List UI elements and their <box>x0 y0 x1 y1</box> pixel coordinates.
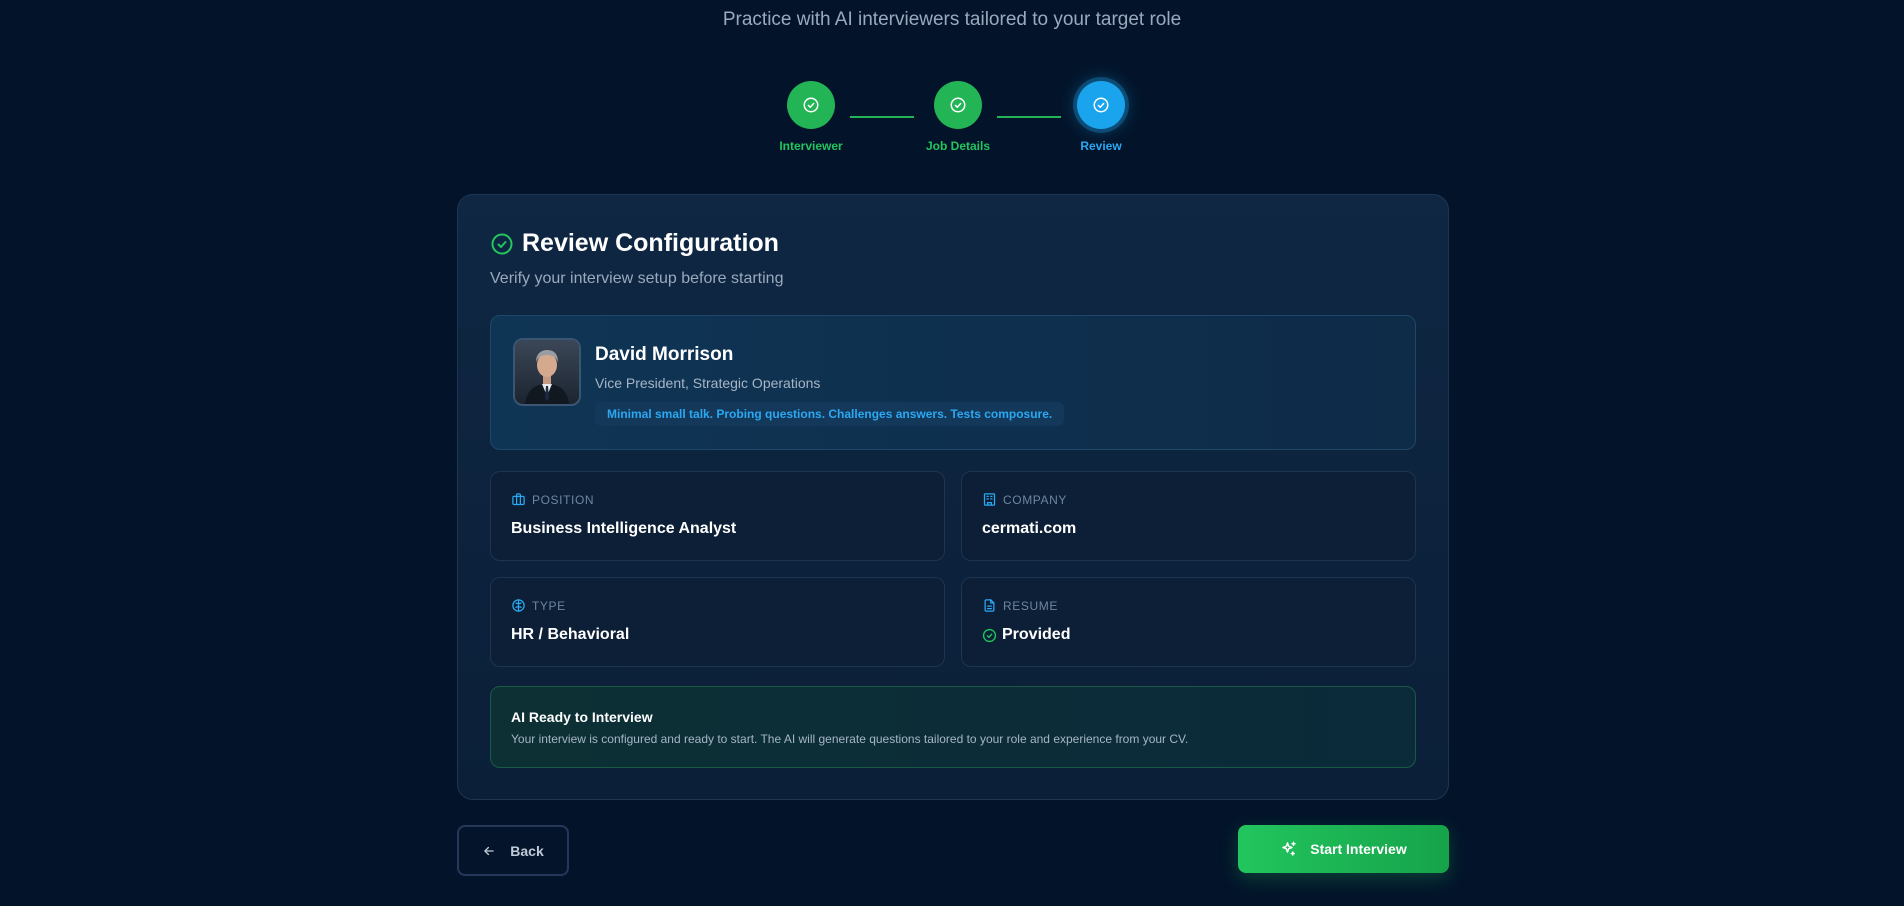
briefcase-icon <box>512 493 525 506</box>
page-subtitle: Practice with AI interviewers tailored t… <box>722 9 1182 30</box>
progress-stepper: Interviewer Job Details Review <box>0 81 1904 161</box>
interview-setup-page: Practice with AI interviewers tailored t… <box>0 0 1904 906</box>
building-icon <box>983 493 996 506</box>
company-field: COMPANY cermati.com <box>961 471 1416 561</box>
back-label: Back <box>510 842 544 859</box>
position-value: Business Intelligence Analyst <box>511 520 737 537</box>
ai-ready-title: AI Ready to Interview <box>511 709 653 725</box>
step-active-circle <box>1077 81 1125 129</box>
check-circle-icon <box>491 233 513 254</box>
card-header: Review Configuration <box>490 229 779 258</box>
company-value: cermati.com <box>982 520 1077 537</box>
check-circle-icon <box>982 628 997 642</box>
check-circle-icon <box>803 97 819 113</box>
position-label: POSITION <box>532 492 595 507</box>
sparkles-icon <box>1282 841 1296 856</box>
type-field: TYPE HR / Behavioral <box>490 577 945 667</box>
step-complete-circle <box>787 81 835 129</box>
document-icon <box>984 599 995 612</box>
ai-ready-description: Your interview is configured and ready t… <box>511 732 1189 746</box>
back-button[interactable]: Back <box>457 825 569 876</box>
brain-icon <box>512 599 525 612</box>
card-title: Review Configuration <box>522 229 779 257</box>
resume-status: Provided <box>982 626 1070 644</box>
interviewer-role: Vice President, Strategic Operations <box>595 375 821 391</box>
resume-value: Provided <box>1002 626 1071 643</box>
resume-label: RESUME <box>1003 598 1058 613</box>
company-label: COMPANY <box>1003 492 1067 507</box>
type-value: HR / Behavioral <box>511 626 630 643</box>
start-interview-label: Start Interview <box>1310 841 1407 857</box>
review-card: Review Configuration Verify your intervi… <box>457 194 1449 800</box>
arrow-left-icon <box>484 846 494 855</box>
type-label: TYPE <box>532 598 566 613</box>
ai-ready-notice: AI Ready to Interview Your interview is … <box>490 686 1416 768</box>
step-label: Job Details <box>925 139 991 153</box>
step-label: Interviewer <box>779 139 843 153</box>
check-circle-icon <box>950 97 966 113</box>
interviewer-style-badge: Minimal small talk. Probing questions. C… <box>595 402 1065 426</box>
resume-field: RESUME Provided <box>961 577 1416 667</box>
card-description: Verify your interview setup before start… <box>490 270 784 287</box>
interviewer-name: David Morrison <box>595 344 734 365</box>
step-label: Review <box>1080 139 1122 153</box>
interviewer-summary: David Morrison Vice President, Strategic… <box>490 315 1416 450</box>
interviewer-avatar <box>513 338 581 406</box>
check-circle-icon <box>1093 97 1109 113</box>
step-complete-circle <box>934 81 982 129</box>
position-field: POSITION Business Intelligence Analyst <box>490 471 945 561</box>
step-review[interactable]: Review <box>1041 81 1161 153</box>
start-interview-button[interactable]: Start Interview <box>1238 825 1449 873</box>
